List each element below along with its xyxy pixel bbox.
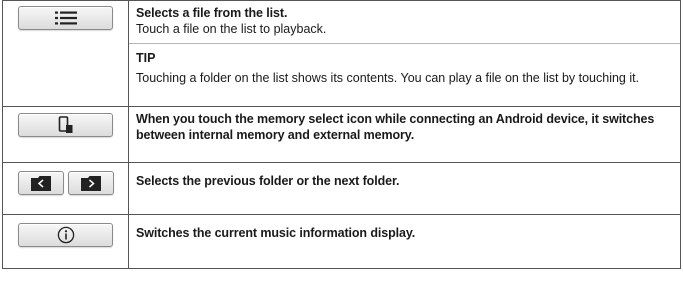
tip-text: Touching a folder on the list shows its …	[136, 71, 640, 85]
description-cell: Switches the current music information d…	[128, 214, 681, 269]
icon-cell	[2, 106, 129, 163]
previous-folder-button[interactable]	[17, 171, 64, 195]
table-row: When you touch the memory select icon wh…	[2, 106, 681, 163]
next-folder-icon	[80, 175, 101, 191]
row-body: Touch a file on the list to playback.	[136, 22, 327, 36]
description-cell: Selects a file from the list. Touch a fi…	[128, 0, 681, 107]
list-button[interactable]	[18, 6, 113, 30]
row-heading: Selects the previous folder or the next …	[136, 174, 400, 188]
row-heading: Switches the current music information d…	[136, 226, 416, 240]
memory-select-icon	[58, 116, 72, 133]
info-button[interactable]	[18, 223, 113, 247]
description-cell: When you touch the memory select icon wh…	[128, 106, 681, 163]
table-row: Selects the previous folder or the next …	[2, 162, 681, 215]
next-folder-button[interactable]	[67, 171, 114, 195]
info-icon	[57, 226, 74, 244]
table-row: Selects a file from the list. Touch a fi…	[2, 0, 681, 107]
description-cell: Selects the previous folder or the next …	[128, 162, 681, 215]
tip-label: TIP	[136, 51, 156, 65]
tip-divider	[129, 43, 680, 44]
row-heading: When you touch the memory select icon wh…	[136, 112, 655, 142]
icon-cell	[2, 214, 129, 269]
list-icon	[54, 11, 77, 25]
icon-cell	[2, 162, 129, 215]
icon-cell	[2, 0, 129, 107]
row-heading: Selects a file from the list.	[136, 6, 288, 20]
table-row: Switches the current music information d…	[2, 214, 681, 269]
function-table: Selects a file from the list. Touch a fi…	[2, 0, 681, 269]
memory-select-button[interactable]	[18, 113, 113, 137]
previous-folder-icon	[30, 175, 51, 191]
